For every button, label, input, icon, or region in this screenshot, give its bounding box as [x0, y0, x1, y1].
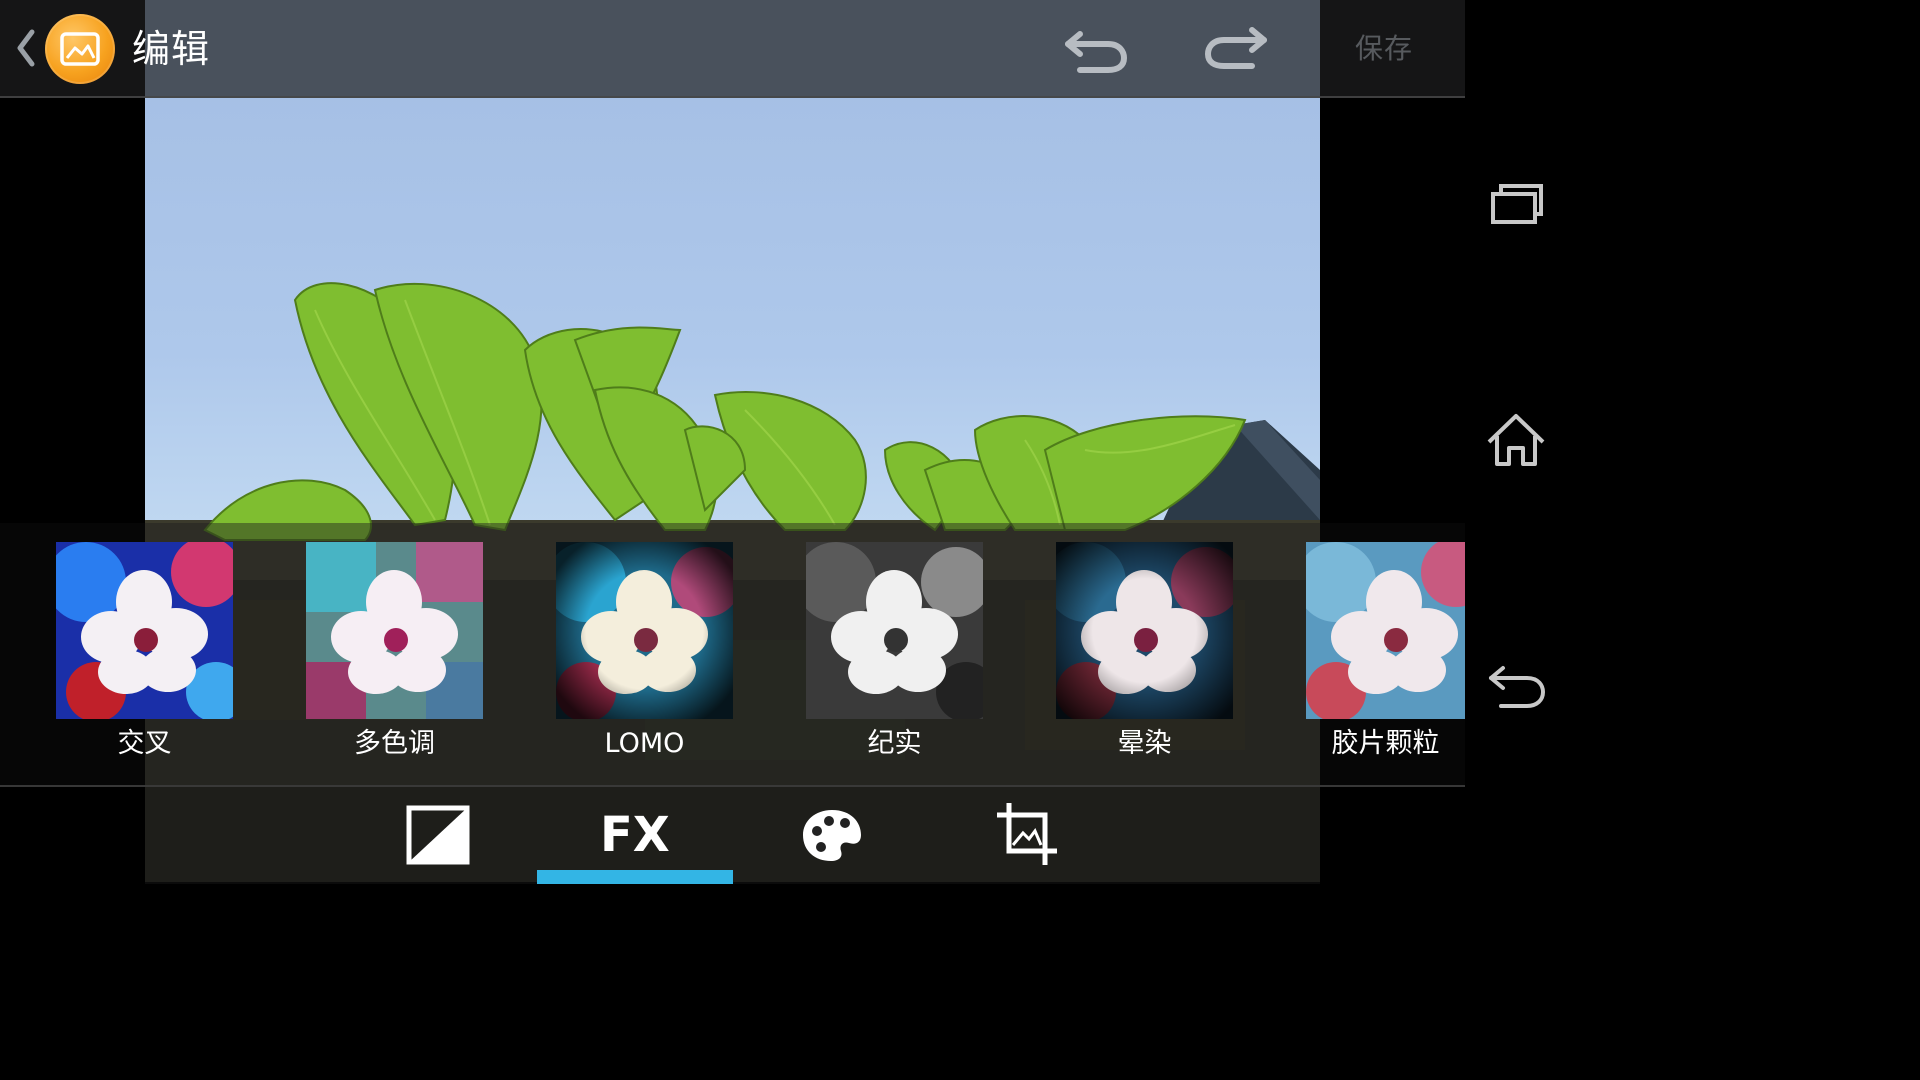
- tool-exposure[interactable]: [378, 787, 498, 884]
- exposure-icon: [406, 805, 470, 865]
- home-icon[interactable]: [1483, 408, 1549, 474]
- filter-thumbnail: [806, 542, 983, 719]
- redo-icon[interactable]: [1200, 22, 1272, 76]
- active-tab-indicator: [537, 870, 733, 884]
- system-nav-bar: [1465, 0, 1568, 882]
- save-button[interactable]: 保存: [1355, 30, 1413, 68]
- filter-thumbnail: [306, 542, 483, 719]
- page-title: 编辑: [132, 27, 211, 71]
- filter-item-film-grain[interactable]: 胶片颗粒: [1306, 542, 1465, 762]
- filter-thumbnail: [56, 542, 233, 719]
- editor-toolbar: FX: [0, 785, 1465, 884]
- filter-item-vignette[interactable]: 晕染: [1056, 542, 1233, 762]
- filter-strip: 交叉 多色调 LOMO 纪实 晕染 胶片颗粒: [0, 523, 1465, 785]
- filter-label: LOMO: [604, 728, 685, 759]
- filter-thumbnail: [1306, 542, 1465, 719]
- filter-label: 纪实: [867, 728, 922, 759]
- tool-palette[interactable]: [771, 787, 891, 884]
- chevron-left-icon[interactable]: [14, 26, 36, 70]
- filter-item-documentary[interactable]: 纪实: [806, 542, 983, 762]
- back-icon[interactable]: [1483, 656, 1549, 722]
- crop-icon: [997, 803, 1057, 865]
- tool-crop[interactable]: [967, 787, 1087, 884]
- filter-item-cross-process[interactable]: 交叉: [56, 542, 233, 762]
- tool-fx[interactable]: FX: [600, 795, 670, 875]
- gallery-photo-icon[interactable]: [45, 14, 115, 84]
- palette-icon: [803, 810, 861, 861]
- undo-icon[interactable]: [1060, 22, 1132, 76]
- filter-item-lomo[interactable]: LOMO: [556, 542, 733, 762]
- filter-thumbnail: [1056, 542, 1233, 719]
- filter-label: 交叉: [117, 728, 172, 759]
- filter-label: 晕染: [1117, 728, 1172, 759]
- action-bar: 编辑 保存: [0, 0, 1465, 98]
- toolbar-right-margin: [1320, 787, 1465, 884]
- filter-label: 多色调: [354, 728, 435, 759]
- filter-label: 胶片颗粒: [1331, 728, 1440, 759]
- filter-thumbnail: [556, 542, 733, 719]
- filter-item-posterize[interactable]: 多色调: [306, 542, 483, 762]
- toolbar-left-margin: [0, 787, 145, 884]
- recent-apps-icon[interactable]: [1483, 170, 1549, 236]
